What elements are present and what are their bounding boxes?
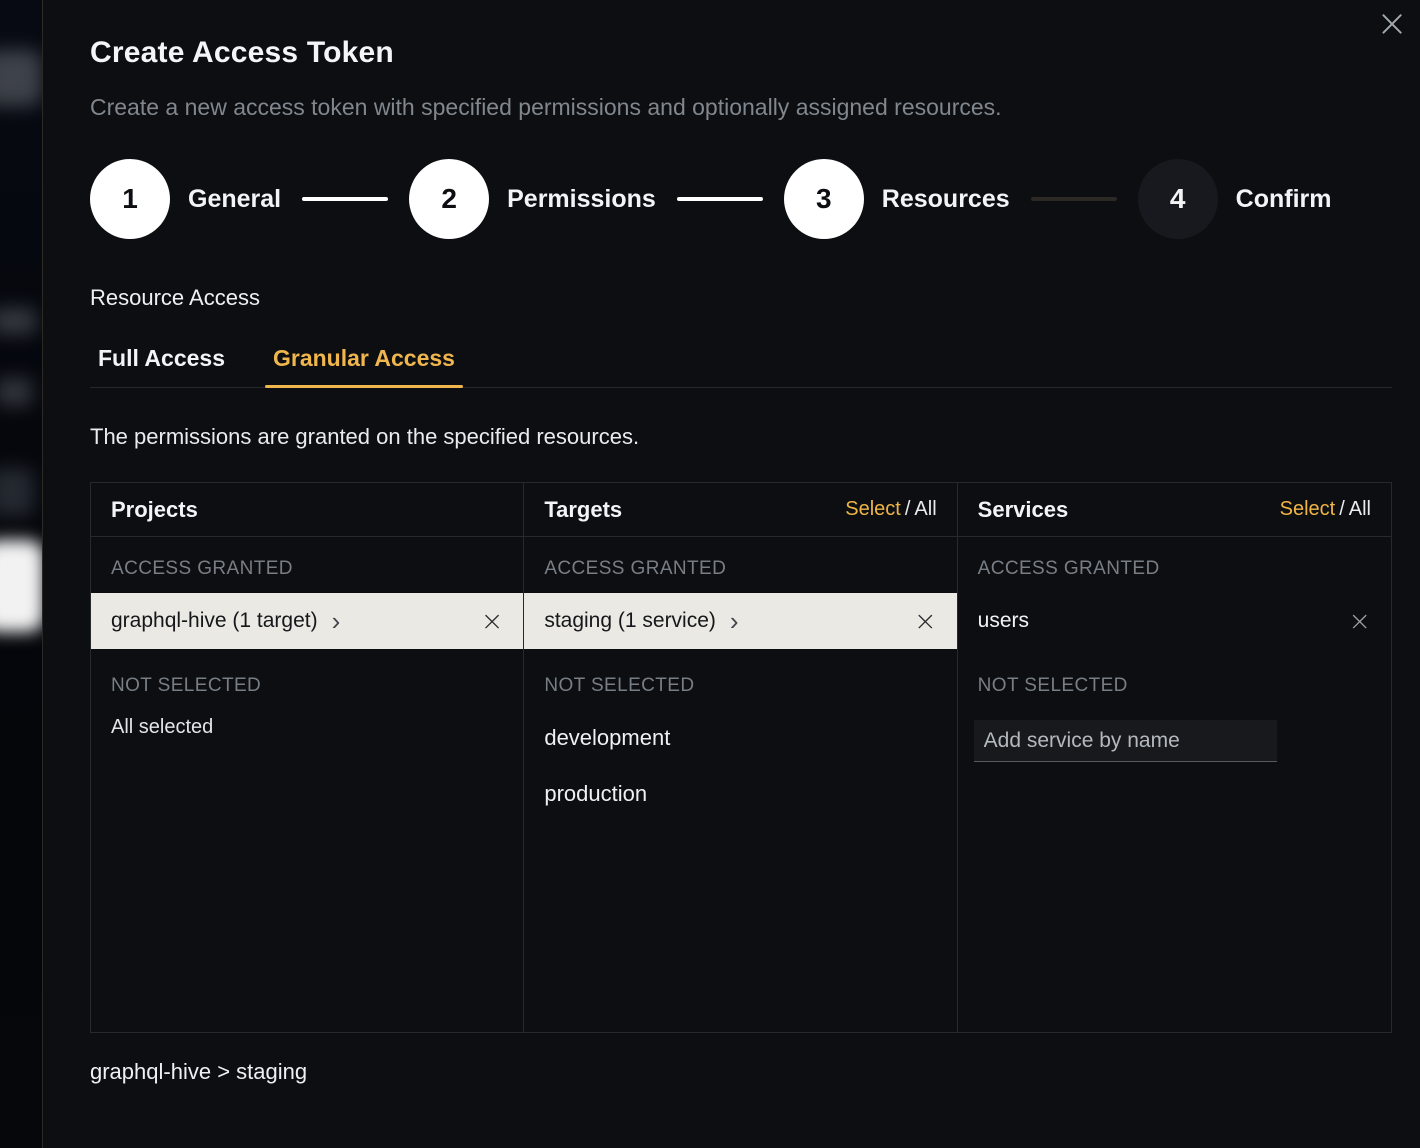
tab-full-access[interactable]: Full Access xyxy=(90,337,233,387)
access-tabs: Full Access Granular Access xyxy=(90,337,1392,388)
background-blur-shape xyxy=(0,540,42,632)
step-number-circle: 3 xyxy=(784,159,864,239)
column-title: Targets xyxy=(544,497,622,523)
step-label: Resources xyxy=(882,185,1010,214)
step-number-circle: 1 xyxy=(90,159,170,239)
not-selected-label: NOT SELECTED xyxy=(524,649,956,710)
column-title: Projects xyxy=(111,497,198,523)
stepper-connector xyxy=(677,197,763,201)
projects-header: Projects xyxy=(91,483,523,537)
target-option-development[interactable]: development xyxy=(524,710,956,766)
breadcrumb: graphql-hive > staging xyxy=(90,1059,1392,1085)
chevron-right-icon: › xyxy=(332,608,341,634)
services-all-link[interactable]: All xyxy=(1349,498,1371,521)
remove-project-icon[interactable]: × xyxy=(481,608,504,635)
not-selected-label: NOT SELECTED xyxy=(958,649,1391,710)
remove-service-icon[interactable]: × xyxy=(1348,608,1371,635)
step-general[interactable]: 1 General xyxy=(90,159,281,239)
stepper-connector xyxy=(302,197,388,201)
modal-subtitle: Create a new access token with specified… xyxy=(90,94,1392,121)
step-label: Permissions xyxy=(507,185,656,214)
targets-select-all: Select/All xyxy=(845,498,936,521)
services-select-link[interactable]: Select xyxy=(1280,498,1336,521)
targets-select-link[interactable]: Select xyxy=(845,498,901,521)
targets-all-link[interactable]: All xyxy=(914,498,936,521)
background-blur-shape xyxy=(0,50,42,106)
background-blur-shape xyxy=(0,378,32,406)
step-number-circle: 4 xyxy=(1138,159,1218,239)
granted-service-row[interactable]: users × xyxy=(958,593,1391,649)
access-granted-label: ACCESS GRANTED xyxy=(91,537,523,593)
targets-column: Targets Select/All ACCESS GRANTED stagin… xyxy=(524,483,957,1032)
projects-status-text: All selected xyxy=(91,710,523,753)
tab-granular-access[interactable]: Granular Access xyxy=(265,337,463,387)
services-column: Services Select/All ACCESS GRANTED users… xyxy=(958,483,1391,1032)
services-header: Services Select/All xyxy=(958,483,1391,537)
create-access-token-modal: × Create Access Token Create a new acces… xyxy=(42,0,1420,1148)
page-title: Create Access Token xyxy=(90,0,1392,70)
resource-table: Projects ACCESS GRANTED graphql-hive (1 … xyxy=(90,482,1392,1033)
background-blur-shape xyxy=(0,468,34,516)
add-service-input[interactable] xyxy=(974,720,1277,762)
select-all-separator: / xyxy=(905,498,911,520)
targets-header: Targets Select/All xyxy=(524,483,956,537)
step-label: Confirm xyxy=(1236,185,1332,214)
permissions-description: The permissions are granted on the speci… xyxy=(90,424,1392,450)
stepper-connector xyxy=(1031,197,1117,201)
projects-column: Projects ACCESS GRANTED graphql-hive (1 … xyxy=(91,483,524,1032)
background-page xyxy=(0,0,42,1148)
access-granted-label: ACCESS GRANTED xyxy=(524,537,956,593)
access-granted-label: ACCESS GRANTED xyxy=(958,537,1391,593)
background-blur-shape xyxy=(0,308,36,334)
close-icon[interactable]: × xyxy=(1376,4,1408,42)
step-number-circle: 2 xyxy=(409,159,489,239)
step-resources[interactable]: 3 Resources xyxy=(784,159,1010,239)
step-confirm[interactable]: 4 Confirm xyxy=(1138,159,1332,239)
chevron-right-icon: › xyxy=(730,608,739,634)
granted-target-label: staging (1 service) xyxy=(544,609,716,633)
step-label: General xyxy=(188,185,281,214)
stepper: 1 General 2 Permissions 3 Resources 4 Co… xyxy=(90,159,1392,239)
not-selected-label: NOT SELECTED xyxy=(91,649,523,710)
step-permissions[interactable]: 2 Permissions xyxy=(409,159,656,239)
column-title: Services xyxy=(978,497,1069,523)
services-select-all: Select/All xyxy=(1280,498,1371,521)
granted-project-label: graphql-hive (1 target) xyxy=(111,609,318,633)
target-option-production[interactable]: production xyxy=(524,766,956,822)
select-all-separator: / xyxy=(1339,498,1345,520)
granted-service-label: users xyxy=(978,609,1029,633)
granted-target-row[interactable]: staging (1 service) › × xyxy=(524,593,956,649)
remove-target-icon[interactable]: × xyxy=(914,608,937,635)
resource-access-heading: Resource Access xyxy=(90,285,1392,311)
granted-project-row[interactable]: graphql-hive (1 target) › × xyxy=(91,593,523,649)
